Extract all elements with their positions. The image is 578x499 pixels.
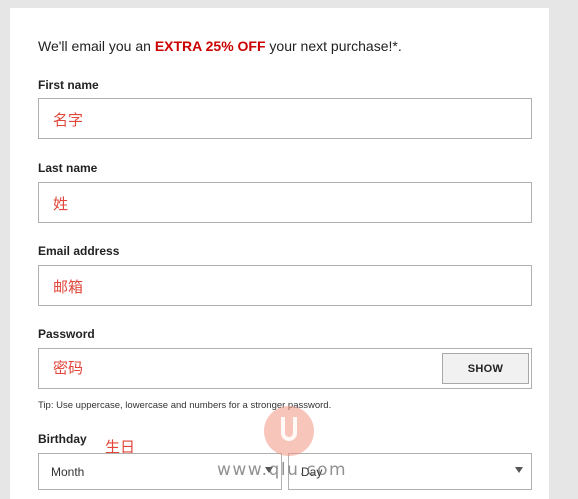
promo-prefix: We'll email you an <box>38 38 155 54</box>
show-password-button[interactable]: SHOW <box>442 353 529 384</box>
last-name-field[interactable]: 姓 <box>38 182 532 223</box>
first-name-label: First name <box>38 78 99 92</box>
password-field[interactable]: 密码 SHOW <box>38 348 532 389</box>
promo-suffix: your next purchase!*. <box>265 38 402 54</box>
last-name-annotation: 姓 <box>53 195 69 213</box>
first-name-annotation: 名字 <box>53 111 84 129</box>
watermark-text: www.qlu.com <box>217 460 348 480</box>
email-field[interactable]: 邮箱 <box>38 265 532 306</box>
password-annotation: 密码 <box>53 359 84 377</box>
promo-highlight: EXTRA 25% OFF <box>154 38 266 54</box>
last-name-label: Last name <box>38 161 98 175</box>
promo-message: We'll email you an EXTRA 25% OFF your ne… <box>38 38 402 54</box>
signup-form-card: We'll email you an EXTRA 25% OFF your ne… <box>10 8 549 499</box>
birthday-label: Birthday <box>38 432 87 446</box>
email-label: Email address <box>38 244 120 258</box>
first-name-field[interactable]: 名字 <box>38 98 532 139</box>
email-annotation: 邮箱 <box>53 278 84 296</box>
password-label: Password <box>38 327 95 341</box>
chevron-down-icon <box>515 467 523 473</box>
watermark-logo-icon <box>264 406 314 456</box>
birth-month-value: Month <box>51 465 85 479</box>
